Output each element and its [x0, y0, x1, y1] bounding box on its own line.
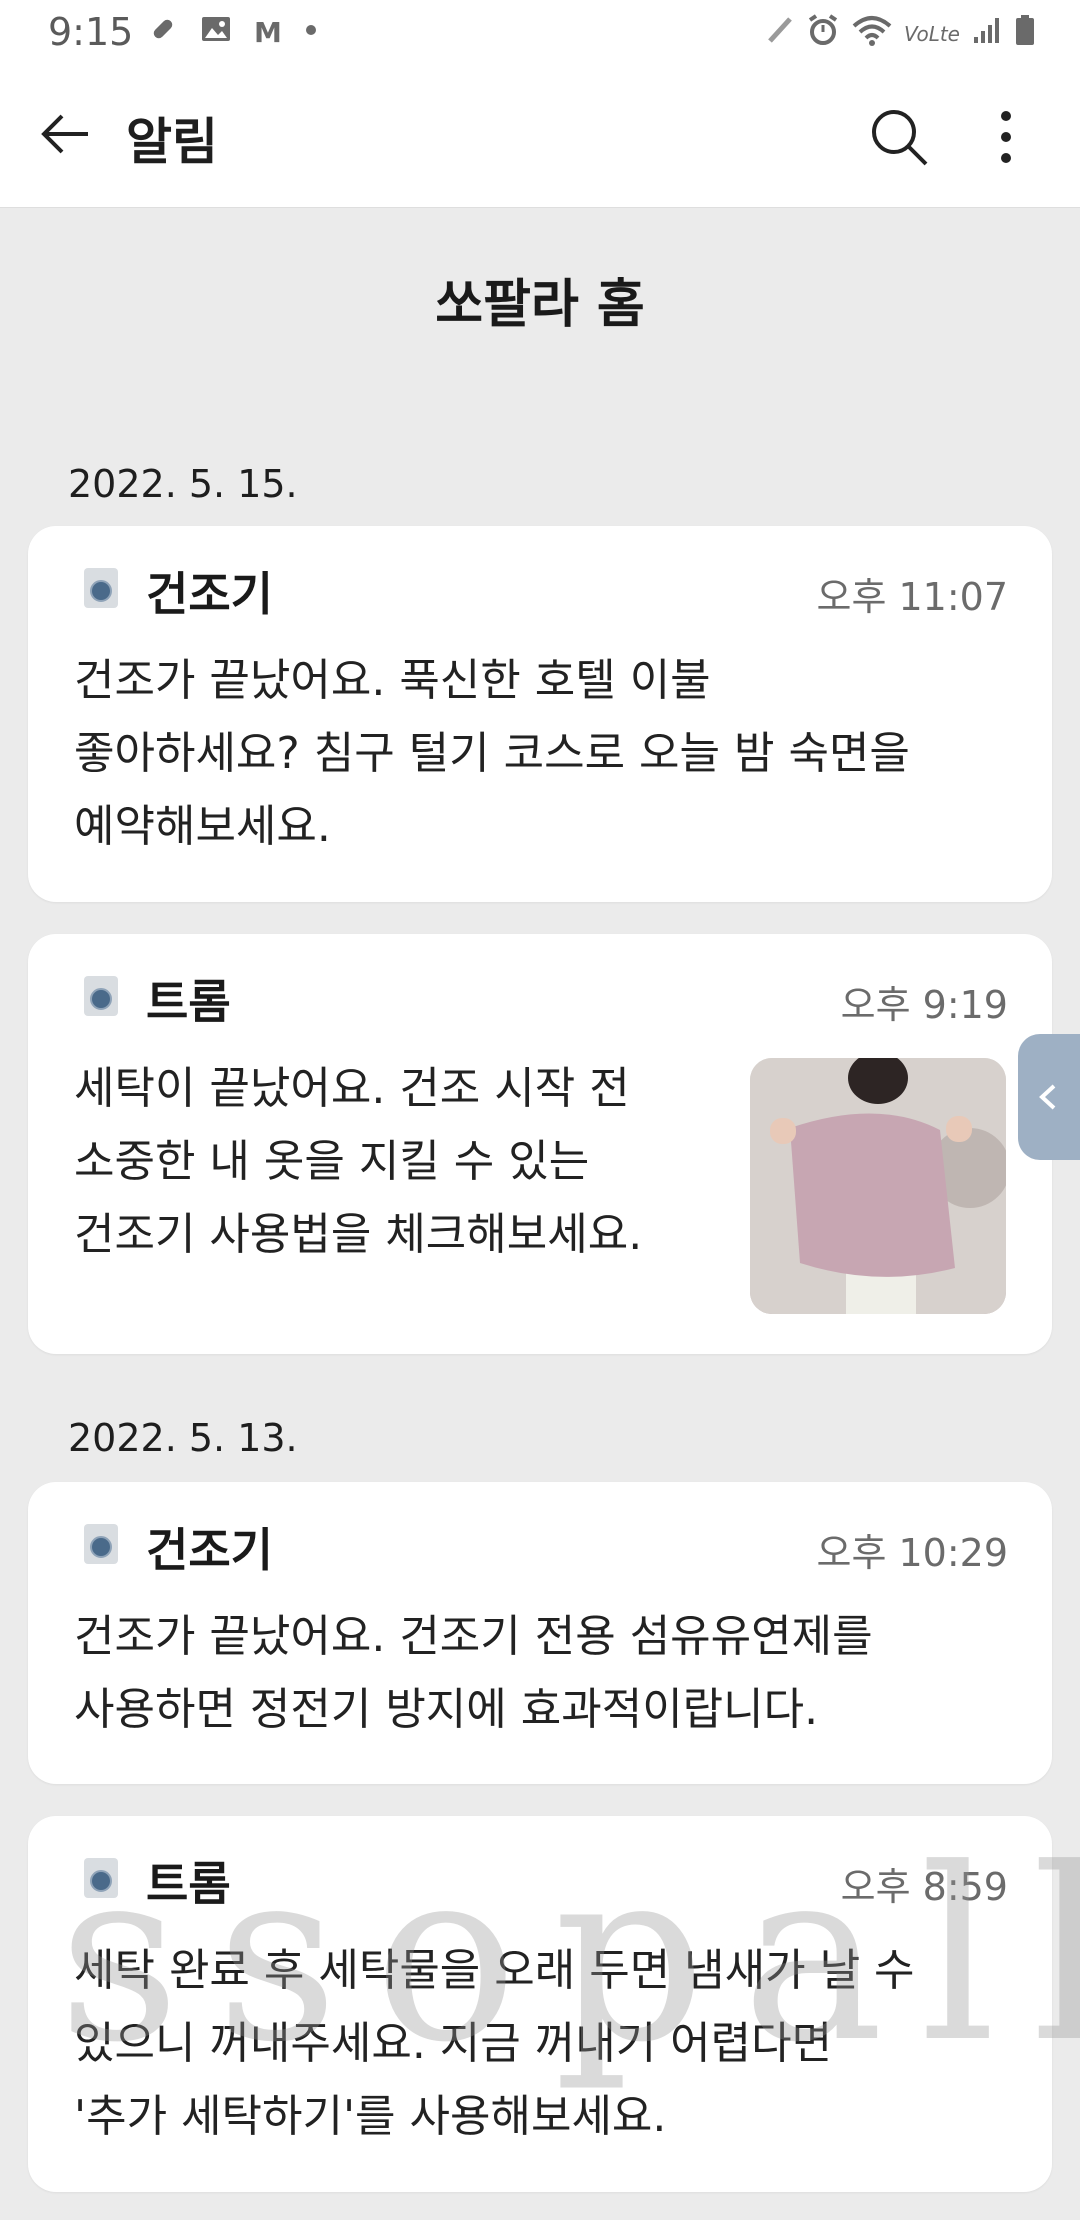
dryer-icon — [84, 568, 118, 608]
notification-time: 오후 10:29 — [816, 1531, 1008, 1575]
wifi-icon — [852, 14, 892, 54]
watermark: ssopalla — [58, 1818, 1080, 2095]
volte-icon: VoLte — [903, 22, 960, 46]
notification-title: 트롬 — [146, 975, 231, 1029]
section-title: 쏘팔라 홈 — [435, 275, 645, 335]
page-title: 알림 — [126, 113, 218, 171]
arrow-left-icon — [41, 114, 88, 154]
search-icon — [872, 110, 928, 166]
notification-time: 오후 11:07 — [816, 575, 1008, 619]
dryer-icon — [84, 1524, 118, 1564]
more-vertical-icon — [1001, 111, 1011, 163]
more-options-button[interactable] — [976, 102, 1036, 172]
notification-title: 건조기 — [146, 567, 273, 621]
pill-icon — [148, 14, 178, 52]
alarm-icon — [806, 14, 840, 54]
notification-card[interactable]: 건조기 오후 11:07 건조가 끝났어요. 푹신한 호텔 이불 좋아하세요? … — [28, 526, 1052, 902]
app-bar: 알림 — [0, 62, 1080, 208]
notification-body: 세탁이 끝났어요. 건조 시작 전 소중한 내 옷을 지킬 수 있는 건조기 사… — [74, 1063, 643, 1260]
notification-body: 건조가 끝났어요. 푹신한 호텔 이불 좋아하세요? 침구 털기 코스로 오늘 … — [74, 655, 910, 852]
search-button[interactable] — [864, 102, 934, 172]
battery-icon — [1014, 14, 1036, 54]
status-bar: 9:15 M VoLte — [0, 0, 1080, 62]
date-label: 2022. 5. 15. — [68, 462, 298, 506]
back-button[interactable] — [34, 102, 98, 166]
notification-body: 건조가 끝났어요. 건조기 전용 섬유유연제를 사용하면 정전기 방지에 효과적… — [74, 1611, 873, 1735]
pen-icon — [764, 15, 794, 53]
chevron-left-icon — [1039, 1084, 1056, 1110]
signal-icon — [972, 15, 1002, 53]
date-label: 2022. 5. 13. — [68, 1416, 298, 1460]
image-icon — [200, 14, 232, 52]
notification-image[interactable] — [750, 1058, 1006, 1314]
notification-card[interactable]: 건조기 오후 10:29 건조가 끝났어요. 건조기 전용 섬유유연제를 사용하… — [28, 1482, 1052, 1784]
notification-title: 건조기 — [146, 1523, 273, 1577]
washer-icon — [84, 976, 118, 1016]
gmail-icon: M — [254, 16, 282, 49]
status-time: 9:15 — [48, 10, 134, 54]
notification-time: 오후 9:19 — [840, 983, 1008, 1027]
notification-card[interactable]: 트롬 오후 9:19 세탁이 끝났어요. 건조 시작 전 소중한 내 옷을 지킬… — [28, 934, 1052, 1354]
dot-icon — [304, 14, 318, 52]
side-panel-tab[interactable] — [1018, 1034, 1080, 1160]
